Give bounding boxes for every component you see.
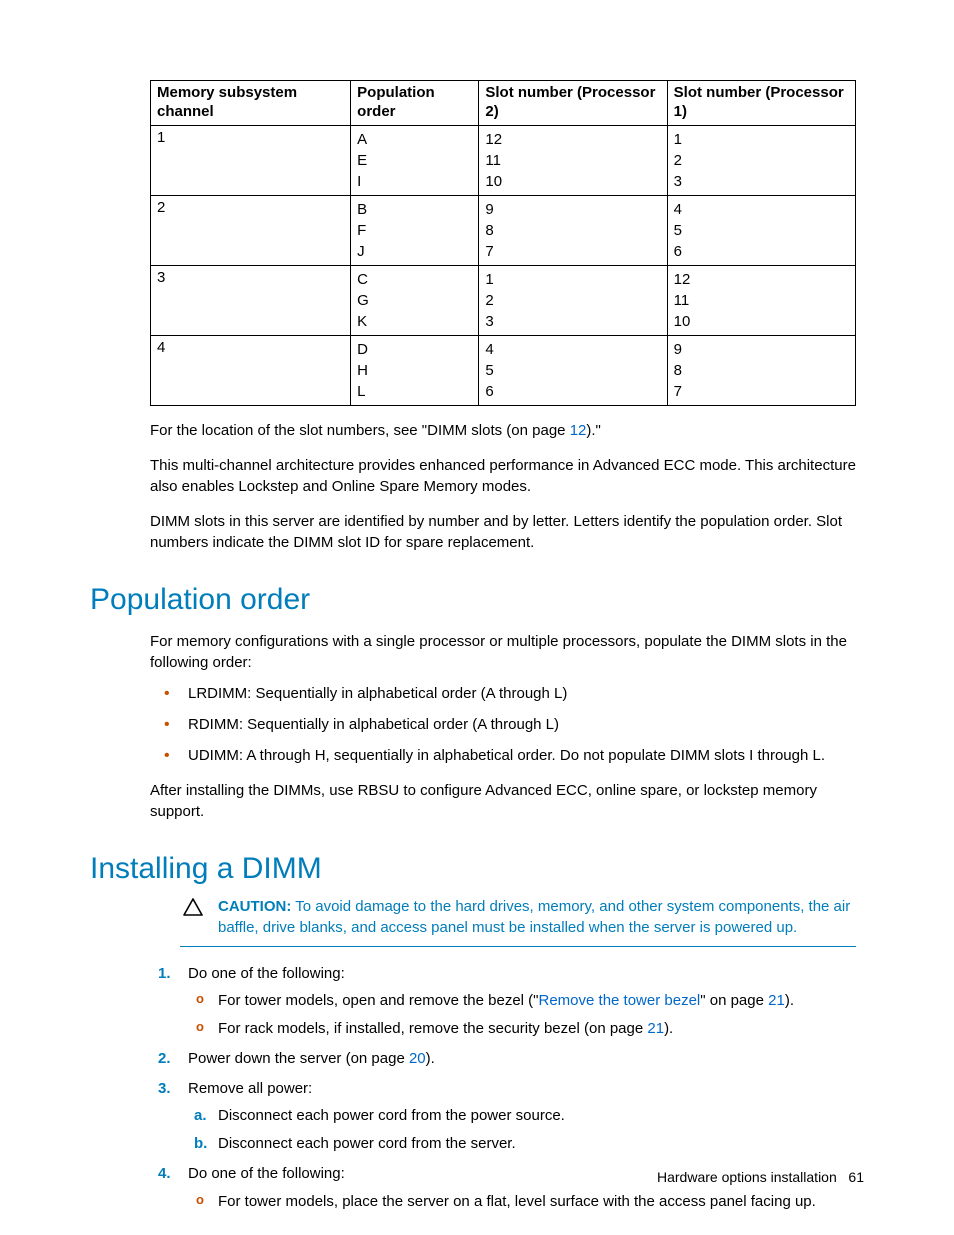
cell-proc1: 121110 [667,265,855,335]
link-page-20[interactable]: 20 [409,1050,426,1067]
cell-order: CGK [351,265,479,335]
page-footer: Hardware options installation 61 [657,1169,864,1185]
cell-order: DHL [351,335,479,405]
caution-icon [180,896,206,916]
cell-proc1: 987 [667,335,855,405]
heading-installing-dimm: Installing a DIMM [90,852,864,886]
step-1-tower: For tower models, open and remove the be… [188,990,856,1012]
cell-order: AEI [351,125,479,195]
para-pop-intro: For memory configurations with a single … [150,631,856,673]
th-order: Population order [351,81,479,126]
bullet-lrdimm: LRDIMM: Sequentially in alphabetical ord… [150,683,856,704]
th-proc1: Slot number (Processor 1) [667,81,855,126]
cell-proc2: 987 [479,195,667,265]
table-row: 1AEI121110123 [151,125,856,195]
cell-proc2: 456 [479,335,667,405]
caution-text: CAUTION: To avoid damage to the hard dri… [206,896,856,938]
th-channel: Memory subsystem channel [151,81,351,126]
step-2: Power down the server (on page 20). [150,1048,856,1070]
step-1-rack: For rack models, if installed, remove th… [188,1018,856,1040]
step-3a: Disconnect each power cord from the powe… [188,1105,856,1127]
cell-channel: 1 [151,125,351,195]
para-architecture: This multi-channel architecture provides… [150,455,856,497]
cell-channel: 2 [151,195,351,265]
caution-box: CAUTION: To avoid damage to the hard dri… [180,896,856,947]
cell-order: BFJ [351,195,479,265]
th-proc2: Slot number (Processor 2) [479,81,667,126]
para-after-install: After installing the DIMMs, use RBSU to … [150,780,856,822]
step-3: Remove all power: Disconnect each power … [150,1078,856,1155]
cell-channel: 3 [151,265,351,335]
bullet-rdimm: RDIMM: Sequentially in alphabetical orde… [150,714,856,735]
bullet-udimm: UDIMM: A through H, sequentially in alph… [150,745,856,766]
link-page-21b[interactable]: 21 [647,1020,664,1037]
step-3b: Disconnect each power cord from the serv… [188,1133,856,1155]
cell-proc2: 123 [479,265,667,335]
link-page-12[interactable]: 12 [570,422,587,439]
para-identification: DIMM slots in this server are identified… [150,511,856,553]
population-bullet-list: LRDIMM: Sequentially in alphabetical ord… [150,683,856,766]
table-row: 3CGK123121110 [151,265,856,335]
cell-proc1: 123 [667,125,855,195]
cell-channel: 4 [151,335,351,405]
table-row: 2BFJ987456 [151,195,856,265]
link-page-21a[interactable]: 21 [768,992,785,1009]
step-4-tower: For tower models, place the server on a … [188,1191,856,1213]
para-slot-location: For the location of the slot numbers, se… [150,420,856,441]
cell-proc1: 456 [667,195,855,265]
link-remove-tower-bezel[interactable]: Remove the tower bezel [539,992,701,1009]
heading-population-order: Population order [90,583,864,617]
table-row: 4DHL456987 [151,335,856,405]
cell-proc2: 121110 [479,125,667,195]
memory-population-table: Memory subsystem channel Population orde… [150,80,856,406]
step-1: Do one of the following: For tower model… [150,963,856,1040]
